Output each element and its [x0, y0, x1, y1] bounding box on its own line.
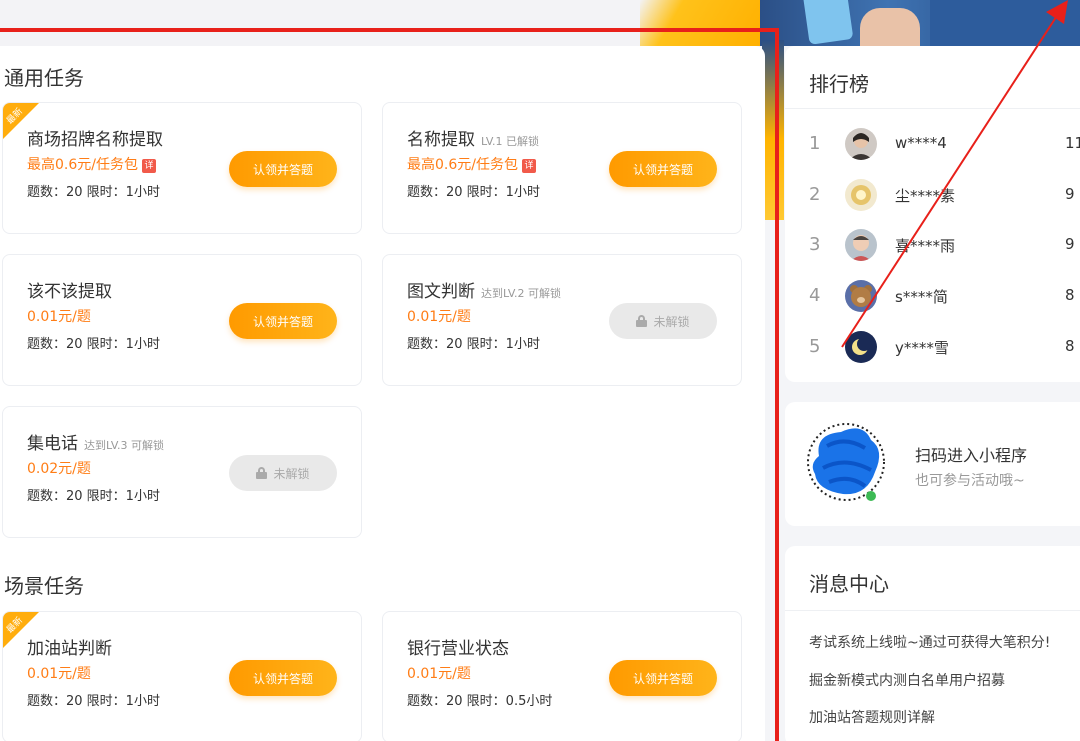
- task-name: 集电话 达到LV.3 可解锁: [27, 434, 165, 454]
- task-meta: 题数：20 限时：1小时: [27, 185, 160, 200]
- detail-badge[interactable]: 详: [521, 159, 536, 173]
- mini-program-subtitle: 也可参与活动哦~: [915, 473, 1025, 489]
- ranking-card: 排行榜 1 w****4 11 2 尘****素 9 3 喜****雨 9 4 …: [785, 46, 1080, 382]
- lock-icon: [256, 467, 268, 479]
- task-meta: 题数：20 限时：1小时: [407, 185, 540, 200]
- locked-label: 未解锁: [273, 466, 310, 481]
- task-meta: 题数：20 限时：0.5小时: [407, 694, 553, 709]
- task-name: 商场招牌名称提取: [27, 130, 163, 150]
- rank-user-name: y****雪: [895, 339, 949, 357]
- rank-number: 4: [809, 285, 821, 306]
- task-name: 加油站判断: [27, 639, 112, 659]
- rank-number: 1: [809, 133, 821, 154]
- banner-edge: [762, 40, 784, 220]
- task-reward: 0.01元/题: [407, 309, 471, 325]
- task-reward: 最高0.6元/任务包详: [407, 154, 536, 174]
- locked-button: 未解锁: [229, 455, 337, 491]
- ranking-row: 5 y****雪 8: [785, 328, 1080, 368]
- rank-user-name: 尘****素: [895, 187, 956, 205]
- qr-code-icon: [805, 416, 887, 506]
- detail-badge[interactable]: 详: [141, 159, 156, 173]
- ranking-row: 3 喜****雨 9: [785, 226, 1080, 266]
- task-level-tag: 达到LV.2 可解锁: [481, 287, 562, 300]
- task-reward: 0.02元/题: [27, 461, 91, 477]
- divider: [785, 108, 1080, 109]
- rank-score: 11: [1065, 134, 1080, 152]
- claim-button[interactable]: 认领并答题: [229, 151, 337, 187]
- section-title-scene: 场景任务: [4, 574, 84, 598]
- claim-button[interactable]: 认领并答题: [609, 151, 717, 187]
- locked-button: 未解锁: [609, 303, 717, 339]
- rank-number: 2: [809, 184, 821, 205]
- task-card: 该不该提取 0.01元/题 题数：20 限时：1小时 认领并答题: [2, 254, 362, 386]
- task-meta: 题数：20 限时：1小时: [27, 489, 160, 504]
- banner-image: [760, 0, 1080, 46]
- gold-avatar: [845, 179, 877, 211]
- task-name: 图文判断 达到LV.2 可解锁: [407, 282, 562, 302]
- message-center-title: 消息中心: [809, 572, 889, 596]
- task-name: 该不该提取: [27, 282, 112, 302]
- child-avatar: [845, 229, 877, 261]
- message-item[interactable]: 加油站答题规则详解: [809, 707, 935, 727]
- mini-program-card: 扫码进入小程序 也可参与活动哦~: [785, 402, 1080, 526]
- person-avatar: [845, 128, 877, 160]
- message-item[interactable]: 考试系统上线啦~通过可获得大笔积分!: [809, 632, 1050, 652]
- task-panel: 通用任务 最新 商场招牌名称提取 最高0.6元/任务包详 题数：20 限时：1小…: [0, 46, 765, 741]
- rank-score: 9: [1065, 185, 1075, 203]
- task-card: 名称提取 LV.1 已解锁 最高0.6元/任务包详 题数：20 限时：1小时 认领…: [382, 102, 742, 234]
- task-reward: 最高0.6元/任务包详: [27, 154, 156, 174]
- task-card: 银行营业状态 0.01元/题 题数：20 限时：0.5小时 认领并答题: [382, 611, 742, 741]
- task-meta: 题数：20 限时：1小时: [27, 694, 160, 709]
- bear-avatar: [845, 280, 877, 312]
- ranking-row: 4 s****简 8: [785, 277, 1080, 317]
- divider: [785, 610, 1080, 611]
- rank-user-name: 喜****雨: [895, 237, 956, 255]
- task-card: 集电话 达到LV.3 可解锁 0.02元/题 题数：20 限时：1小时 未解锁: [2, 406, 362, 538]
- mini-program-title: 扫码进入小程序: [915, 446, 1028, 465]
- section-title-general: 通用任务: [4, 66, 84, 90]
- claim-button[interactable]: 认领并答题: [609, 660, 717, 696]
- claim-button[interactable]: 认领并答题: [229, 303, 337, 339]
- banner-decoration: [640, 0, 760, 46]
- shirt-graphic: [930, 0, 1080, 46]
- task-reward: 0.01元/题: [27, 666, 91, 682]
- rank-number: 3: [809, 234, 821, 255]
- lock-icon: [636, 315, 648, 327]
- rank-score: 8: [1065, 286, 1075, 304]
- ranking-title: 排行榜: [809, 72, 869, 96]
- task-name: 名称提取 LV.1 已解锁: [407, 130, 540, 150]
- task-card: 图文判断 达到LV.2 可解锁 0.01元/题 题数：20 限时：1小时 未解锁: [382, 254, 742, 386]
- rank-number: 5: [809, 336, 821, 357]
- task-name: 银行营业状态: [407, 639, 509, 659]
- tablet-graphic: [802, 0, 854, 45]
- task-reward: 0.01元/题: [27, 309, 91, 325]
- task-card: 最新 商场招牌名称提取 最高0.6元/任务包详 题数：20 限时：1小时 认领并…: [2, 102, 362, 234]
- task-meta: 题数：20 限时：1小时: [407, 337, 540, 352]
- ranking-row: 1 w****4 11: [785, 125, 1080, 165]
- rank-user-name: w****4: [895, 134, 947, 152]
- rank-score: 9: [1065, 235, 1075, 253]
- moon-avatar: [845, 331, 877, 363]
- claim-button[interactable]: 认领并答题: [229, 660, 337, 696]
- task-card: 最新 加油站判断 0.01元/题 题数：20 限时：1小时 认领并答题: [2, 611, 362, 741]
- rank-user-name: s****简: [895, 288, 948, 306]
- hand-graphic: [860, 8, 920, 46]
- task-meta: 题数：20 限时：1小时: [27, 337, 160, 352]
- message-center-card: 消息中心 考试系统上线啦~通过可获得大笔积分! 掘金新模式内测白名单用户招募 加…: [785, 546, 1080, 741]
- task-level-tag: LV.1 已解锁: [481, 135, 540, 148]
- message-item[interactable]: 掘金新模式内测白名单用户招募: [809, 670, 1005, 690]
- locked-label: 未解锁: [653, 314, 690, 329]
- rank-score: 8: [1065, 337, 1075, 355]
- task-level-tag: 达到LV.3 可解锁: [84, 439, 165, 452]
- task-reward: 0.01元/题: [407, 666, 471, 682]
- ranking-row: 2 尘****素 9: [785, 176, 1080, 216]
